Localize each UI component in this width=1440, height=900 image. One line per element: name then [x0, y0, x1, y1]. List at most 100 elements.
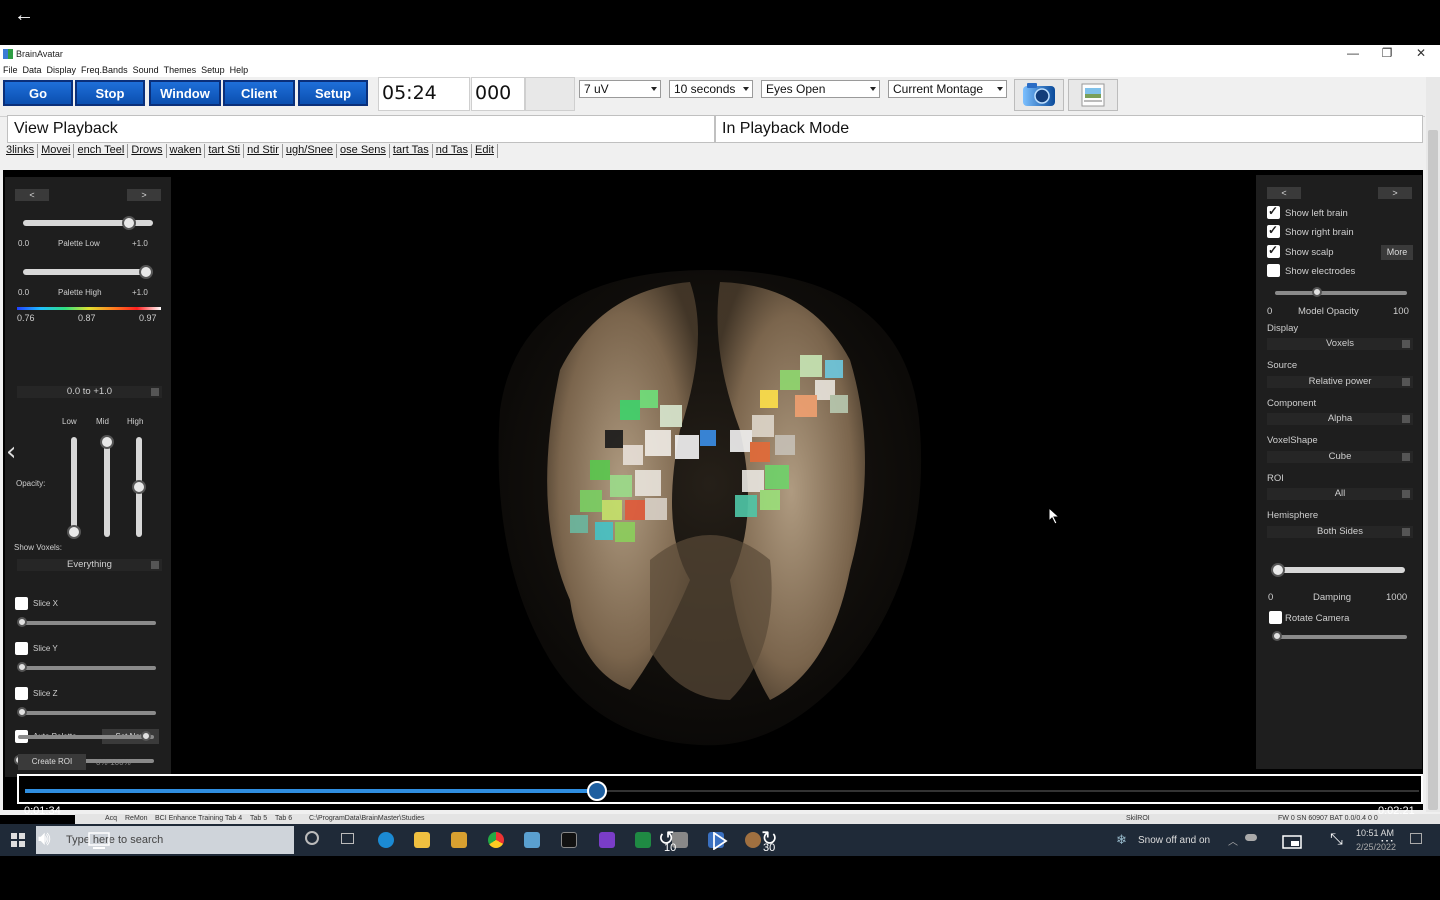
slice-z-slider-knob[interactable]: [17, 707, 27, 717]
volume-icon[interactable]: 🔊︎: [38, 828, 51, 851]
montage-select[interactable]: Current Montage: [888, 80, 1007, 98]
snapshot-button[interactable]: [1068, 79, 1118, 111]
task-view-icon[interactable]: [341, 833, 354, 844]
event-button[interactable]: ench Teel: [74, 144, 129, 158]
menu-setup[interactable]: Setup: [201, 65, 225, 75]
rotate-speed-slider-knob[interactable]: [1272, 631, 1282, 641]
auto-palette-high-slider[interactable]: [18, 735, 154, 739]
chevron-left-icon[interactable]: ‹: [6, 437, 16, 467]
play-icon[interactable]: [712, 832, 728, 850]
status-tab[interactable]: Acq: [105, 815, 117, 822]
show-voxels-select[interactable]: Everything: [17, 559, 162, 571]
playback-progress-bar[interactable]: [17, 774, 1423, 804]
chevron-up-icon[interactable]: ︿: [1228, 833, 1238, 848]
right-panel-next-button[interactable]: >: [1378, 187, 1412, 199]
left-panel-next-button[interactable]: >: [127, 189, 161, 201]
slice-y-slider[interactable]: [20, 666, 156, 670]
model-opacity-slider-knob[interactable]: [1311, 287, 1322, 297]
file-explorer-icon[interactable]: [414, 832, 430, 848]
remote-desktop-icon[interactable]: [524, 832, 540, 848]
duration-select[interactable]: 10 seconds: [669, 80, 753, 98]
opacity-low-slider-knob[interactable]: [67, 525, 81, 539]
cortana-icon[interactable]: [305, 831, 319, 845]
chrome-icon[interactable]: [488, 832, 504, 848]
maximize-button[interactable]: ❐: [1372, 46, 1402, 60]
event-button[interactable]: tart Sti: [205, 144, 245, 158]
condition-select[interactable]: Eyes Open: [761, 80, 880, 98]
edit-events-button[interactable]: Edit: [472, 144, 498, 158]
more-options-icon[interactable]: ⋯: [1380, 832, 1394, 849]
minimize-button[interactable]: —: [1338, 46, 1368, 60]
slice-z-slider[interactable]: [20, 711, 156, 715]
opacity-mid-slider[interactable]: [104, 437, 110, 537]
show-left-brain-checkbox[interactable]: [1267, 204, 1280, 219]
slice-x-slider-knob[interactable]: [17, 617, 27, 627]
window-button[interactable]: Window: [149, 80, 221, 106]
event-button[interactable]: ugh/Snee: [283, 144, 338, 158]
roi-select[interactable]: All: [1267, 488, 1413, 500]
captions-icon[interactable]: [88, 832, 110, 850]
windows-start-icon[interactable]: [11, 833, 25, 847]
model-opacity-slider[interactable]: [1275, 291, 1407, 295]
notifications-icon[interactable]: [1410, 833, 1422, 844]
store-icon[interactable]: [451, 832, 467, 848]
weather-label[interactable]: Snow off and on: [1138, 835, 1210, 846]
scale-select[interactable]: 7 uV: [579, 80, 661, 98]
excel-icon[interactable]: [635, 832, 651, 848]
event-button[interactable]: waken: [167, 144, 206, 158]
visual-studio-icon[interactable]: [599, 832, 615, 848]
setup-button[interactable]: Setup: [298, 80, 368, 106]
scrollbar-thumb[interactable]: [1428, 130, 1438, 810]
menu-data[interactable]: Data: [23, 65, 42, 75]
brainavatar-taskbar-icon[interactable]: [745, 832, 761, 848]
left-panel-prev-button[interactable]: <: [15, 189, 49, 201]
auto-palette-high-knob[interactable]: [141, 731, 151, 741]
more-button[interactable]: More: [1381, 245, 1413, 260]
go-button[interactable]: Go: [3, 80, 73, 106]
hemisphere-select[interactable]: Both Sides: [1267, 526, 1413, 538]
back-arrow-icon[interactable]: ←: [14, 4, 34, 27]
rotate-camera-checkbox[interactable]: [1269, 611, 1282, 624]
camera-button[interactable]: [1014, 79, 1064, 111]
menu-help[interactable]: Help: [230, 65, 249, 75]
status-tab[interactable]: Tab 4: [225, 815, 242, 822]
create-roi-button[interactable]: Create ROI: [18, 754, 86, 770]
exit-fullscreen-icon[interactable]: ⤡: [1330, 831, 1343, 849]
right-panel-prev-button[interactable]: <: [1267, 187, 1301, 199]
display-select[interactable]: Voxels: [1267, 338, 1413, 350]
source-select[interactable]: Relative power: [1267, 376, 1413, 388]
show-right-brain-checkbox[interactable]: [1267, 223, 1280, 238]
status-tab[interactable]: ReMon: [125, 815, 148, 822]
damping-slider-knob[interactable]: [1271, 563, 1285, 577]
event-button[interactable]: Drows: [128, 144, 167, 158]
progress-scrubber[interactable]: [586, 781, 607, 801]
palette-low-slider-knob[interactable]: [121, 216, 136, 230]
opacity-mid-slider-knob[interactable]: [100, 435, 114, 449]
event-button[interactable]: nd Stir: [244, 144, 283, 158]
voxelshape-select[interactable]: Cube: [1267, 451, 1413, 463]
rotate-speed-slider[interactable]: [1273, 635, 1407, 639]
taskbar-search-input[interactable]: Type here to search: [36, 826, 294, 854]
damping-slider[interactable]: [1271, 567, 1405, 573]
slice-z-checkbox[interactable]: [15, 687, 28, 700]
opacity-high-slider-knob[interactable]: [132, 480, 146, 494]
menu-sound[interactable]: Sound: [133, 65, 159, 75]
close-button[interactable]: ✕: [1406, 46, 1436, 60]
show-scalp-checkbox[interactable]: [1267, 243, 1280, 258]
menu-themes[interactable]: Themes: [164, 65, 197, 75]
terminal-icon[interactable]: [561, 832, 577, 848]
slice-y-slider-knob[interactable]: [17, 662, 27, 672]
edge-icon[interactable]: [378, 832, 394, 848]
event-button[interactable]: tart Tas: [390, 144, 433, 158]
palette-high-slider[interactable]: [23, 269, 153, 275]
menu-freq-bands[interactable]: Freq.Bands: [81, 65, 128, 75]
menu-display[interactable]: Display: [47, 65, 77, 75]
slice-x-checkbox[interactable]: [15, 597, 28, 610]
picture-in-picture-icon[interactable]: [1282, 835, 1302, 849]
component-select[interactable]: Alpha: [1267, 413, 1413, 425]
client-button[interactable]: Client: [223, 80, 295, 106]
menu-file[interactable]: File: [3, 65, 18, 75]
status-tab[interactable]: BCI Enhance Training: [155, 815, 223, 822]
stop-button[interactable]: Stop: [75, 80, 145, 106]
event-button[interactable]: Movei: [38, 144, 75, 158]
